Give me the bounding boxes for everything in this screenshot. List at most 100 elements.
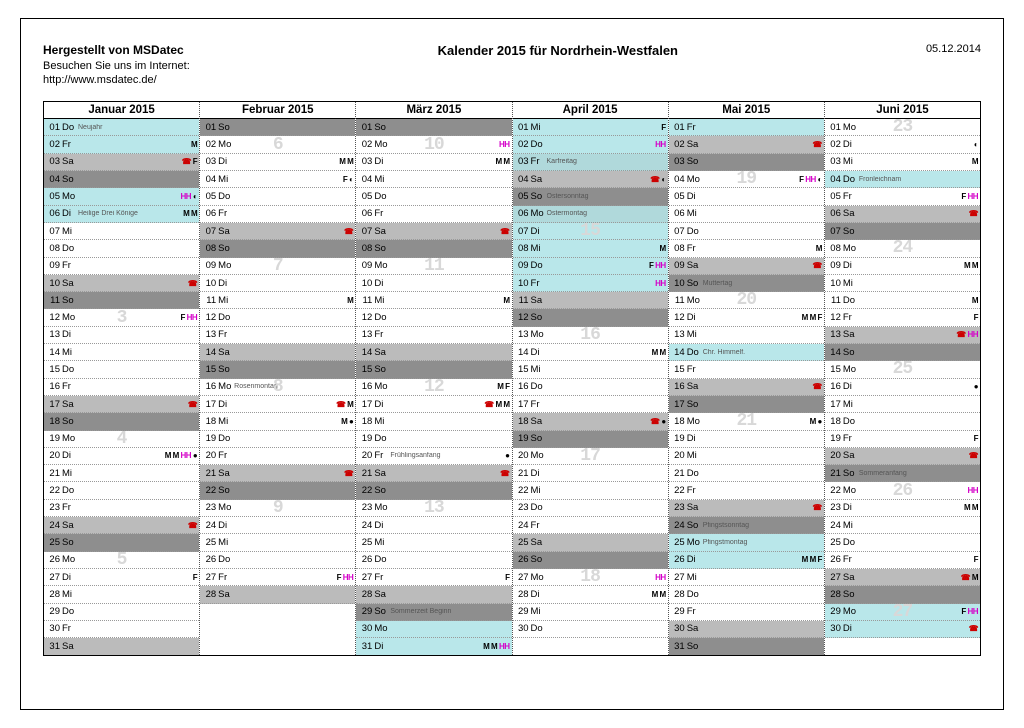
day-weekday: Fr	[531, 278, 547, 289]
day-number: 08	[46, 243, 60, 254]
day-number: 22	[358, 485, 372, 496]
day-cell: 23DiM M	[825, 500, 980, 517]
day-cell: 05MoHH ◐	[44, 188, 199, 205]
day-number: 16	[46, 381, 60, 392]
day-weekday: Sa	[687, 623, 703, 634]
day-weekday: Sa	[687, 381, 703, 392]
day-cell: 13Mo16	[513, 327, 668, 344]
day-cell: 24SoPfingstsonntag	[669, 517, 824, 534]
day-number: 22	[515, 485, 529, 496]
day-number: 06	[202, 208, 216, 219]
day-cell: 13Di	[44, 327, 199, 344]
day-weekday: Do	[531, 139, 547, 150]
day-markers: M	[972, 157, 978, 166]
day-weekday: Sa	[843, 450, 859, 461]
day-cell: 07Di15	[513, 223, 668, 240]
day-markers: M M	[964, 261, 978, 270]
day-cell: 22So	[356, 482, 511, 499]
day-markers: ☎ ◐	[650, 175, 666, 184]
day-weekday: Di	[62, 572, 78, 583]
day-note: Sommeranfang	[859, 470, 978, 477]
day-weekday: Mo	[687, 416, 703, 427]
day-weekday: Di	[687, 191, 703, 202]
day-cell: 17Di☎ M	[200, 396, 355, 413]
day-weekday: Do	[843, 537, 859, 548]
day-cell: 28DiM M	[513, 586, 668, 603]
day-weekday: Sa	[218, 589, 234, 600]
day-weekday: So	[374, 485, 390, 496]
day-weekday: So	[374, 122, 390, 133]
day-weekday: Mi	[531, 485, 547, 496]
day-note: Muttertag	[703, 280, 822, 287]
day-number: 24	[358, 520, 372, 531]
day-cell: 16Mo12M F	[356, 379, 511, 396]
day-cell: 05SoOstersonntag	[513, 188, 668, 205]
day-cell: 18So	[44, 413, 199, 430]
day-markers: ☎	[969, 624, 978, 633]
week-number: 6	[273, 136, 283, 153]
day-number: 13	[671, 329, 685, 340]
day-cell: 14So	[825, 344, 980, 361]
day-weekday: Mi	[218, 295, 234, 306]
day-number: 28	[515, 589, 529, 600]
week-number: 5	[117, 552, 127, 569]
day-cell: 23Sa☎	[669, 500, 824, 517]
day-cell: 11MiM	[356, 292, 511, 309]
day-number: 13	[202, 329, 216, 340]
day-cell: 21Mi	[44, 465, 199, 482]
day-number: 20	[202, 450, 216, 461]
day-number: 26	[671, 554, 685, 565]
day-note: Fronleichnam	[859, 176, 978, 183]
day-weekday: So	[687, 641, 703, 652]
day-number: 03	[202, 156, 216, 167]
day-markers: ☎ ●	[650, 417, 666, 426]
day-cell: 17Mi	[825, 396, 980, 413]
day-weekday: Sa	[62, 641, 78, 652]
header-sub1: Besuchen Sie uns im Internet:	[43, 59, 190, 73]
day-weekday: Di	[218, 399, 234, 410]
day-cell: 18Do	[825, 413, 980, 430]
day-weekday: Mi	[374, 295, 390, 306]
day-weekday: Sa	[62, 156, 78, 167]
day-number: 12	[358, 312, 372, 323]
month-column: April 201501MiF02DoHH03FrKarfreitag04Sa☎…	[513, 102, 669, 655]
day-weekday: Mi	[62, 589, 78, 600]
day-weekday: Do	[218, 191, 234, 202]
day-note: Pfingstmontag	[703, 539, 822, 546]
day-markers: M M F	[802, 313, 822, 322]
day-number: 18	[515, 416, 529, 427]
day-weekday: Mo	[62, 433, 78, 444]
day-cell: 25So	[44, 534, 199, 551]
day-weekday: Di	[843, 381, 859, 392]
day-weekday: Sa	[62, 278, 78, 289]
day-cell: 14DoChr. Himmelf.	[669, 344, 824, 361]
day-number: 05	[46, 191, 60, 202]
day-note: Frühlingsanfang	[390, 452, 505, 459]
day-cell: 24Fr	[513, 517, 668, 534]
day-number: 31	[358, 641, 372, 652]
day-number: 04	[827, 174, 841, 185]
day-markers: ☎	[500, 227, 509, 236]
day-number: 04	[358, 174, 372, 185]
day-cell: 03Sa☎ F	[44, 154, 199, 171]
day-weekday: Di	[62, 208, 78, 219]
day-cell: 28So	[825, 586, 980, 603]
brand: Hergestellt von MSDatec	[43, 43, 190, 59]
day-cell: 25Do	[825, 534, 980, 551]
day-weekday: Di	[843, 139, 859, 150]
day-cell: 06MoOstermontag	[513, 206, 668, 223]
day-number: 06	[358, 208, 372, 219]
day-cell: 10Di	[200, 275, 355, 292]
day-cell: 04Mi	[356, 171, 511, 188]
day-weekday: Mi	[687, 572, 703, 583]
day-markers: M F	[497, 382, 509, 391]
day-number: 26	[46, 554, 60, 565]
day-weekday: Do	[531, 623, 547, 634]
day-cell: 22Fr	[669, 482, 824, 499]
day-cell: 04So	[44, 171, 199, 188]
day-weekday: Mi	[531, 606, 547, 617]
day-weekday: Do	[62, 243, 78, 254]
day-number: 19	[515, 433, 529, 444]
day-weekday: Fr	[374, 450, 390, 461]
day-number: 29	[827, 606, 841, 617]
